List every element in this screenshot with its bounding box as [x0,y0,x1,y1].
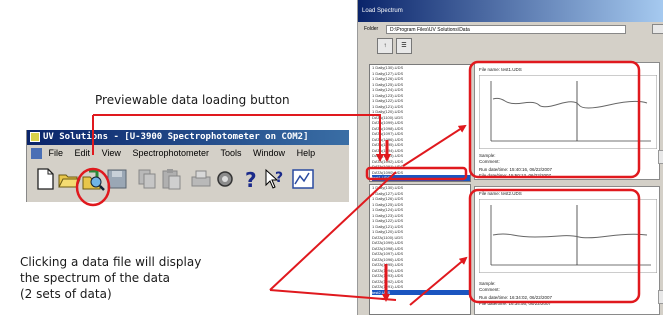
preview-highlight-2 [468,188,641,304]
annotation-overlay [75,60,641,306]
caption-leader-1 [269,171,397,291]
selection-highlight-1 [365,166,468,181]
arrow-to-preview-1 [402,124,467,167]
caption-leader-2 [269,289,397,301]
load-button-leader [93,114,384,162]
load-button-highlight [75,167,111,207]
arrow-to-preview-2 [409,256,468,306]
preview-highlight-1 [468,60,641,179]
